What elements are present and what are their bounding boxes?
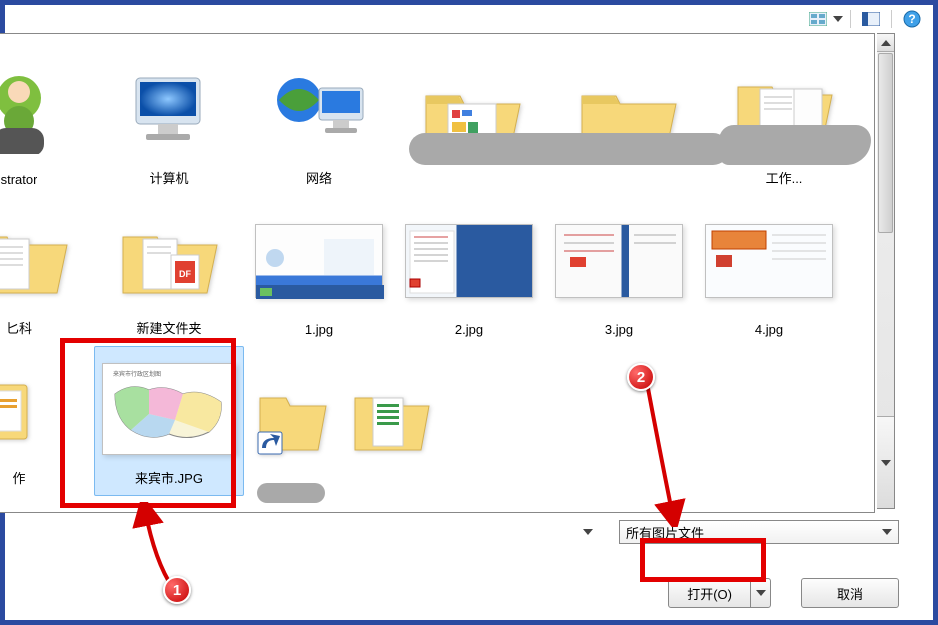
item-label: strator [1,172,38,187]
chevron-down-icon [882,529,892,535]
chevron-down-icon [583,529,593,535]
help-button[interactable]: ? [899,8,925,30]
scroll-down-button[interactable] [877,416,894,508]
annotation-callout-1: 1 [163,576,191,604]
panel-toggle-button[interactable] [858,8,884,30]
file-item-4jpg[interactable]: 4.jpg [694,196,844,346]
scroll-up-button[interactable] [877,34,894,52]
vertical-scrollbar[interactable] [877,33,895,509]
item-label: 工作... [766,168,803,187]
chevron-down-icon [756,590,766,596]
item-label: 2.jpg [455,322,483,337]
item-label: 新建文件夹 [136,318,201,337]
view-layout-button[interactable] [805,8,831,30]
open-button-label: 打开(O) [669,579,750,607]
item-label: 来宾市.JPG [135,468,203,487]
folder-item[interactable] [550,46,706,196]
desktop-item-network[interactable]: 网络 [244,46,394,196]
filter-label: 所有图片文件 [626,523,704,542]
svg-text:?: ? [908,12,915,26]
desktop-item-user[interactable]: strator [0,46,94,196]
dialog-toolbar: ? [805,5,925,33]
item-label: 4.jpg [755,322,783,337]
desktop-item-computer[interactable]: 计算机 [94,46,244,196]
folder-item-newfolder[interactable]: DF 新建文件夹 [94,196,244,346]
folder-item[interactable] [344,346,444,496]
item-label: 计算机 [149,168,188,187]
redaction-mark [719,125,871,165]
cancel-button[interactable]: 取消 [801,578,899,608]
file-item-1jpg[interactable]: 1.jpg [244,196,394,346]
item-label: 3.jpg [605,322,633,337]
chevron-down-icon[interactable] [833,16,843,22]
svg-text:来宾市行政区划图: 来宾市行政区划图 [113,370,161,378]
folder-item[interactable]: 工作... [706,46,862,196]
file-item-3jpg[interactable]: 3.jpg [544,196,694,346]
dialog-bottom-panel: 所有图片文件 打开(O) 取消 [0,516,899,608]
cancel-button-label: 取消 [837,584,863,603]
file-list-pane[interactable]: strator 计算机 网络 [0,33,875,513]
file-type-filter[interactable]: 所有图片文件 [619,520,899,544]
scroll-thumb[interactable] [878,53,893,233]
folder-item[interactable]: 匕科 [0,196,94,346]
item-label: 网络 [306,168,332,187]
folder-item[interactable]: 作 [0,346,94,496]
file-item-selected-map[interactable]: 来宾市行政区划图 来宾市.JPG [94,346,244,496]
filename-field[interactable] [0,520,603,544]
open-button-dropdown[interactable] [750,579,770,607]
item-label: 作 [12,468,25,487]
item-label: 匕科 [6,318,32,337]
open-button[interactable]: 打开(O) [668,578,771,608]
svg-text:DF: DF [179,269,191,279]
file-item-2jpg[interactable]: 2.jpg [394,196,544,346]
folder-shortcut-item[interactable] [244,346,344,496]
folder-item[interactable] [394,46,550,196]
annotation-callout-2: 2 [627,363,655,391]
redaction-mark [257,483,325,503]
item-label: 1.jpg [305,322,333,337]
redaction-mark [409,133,729,165]
